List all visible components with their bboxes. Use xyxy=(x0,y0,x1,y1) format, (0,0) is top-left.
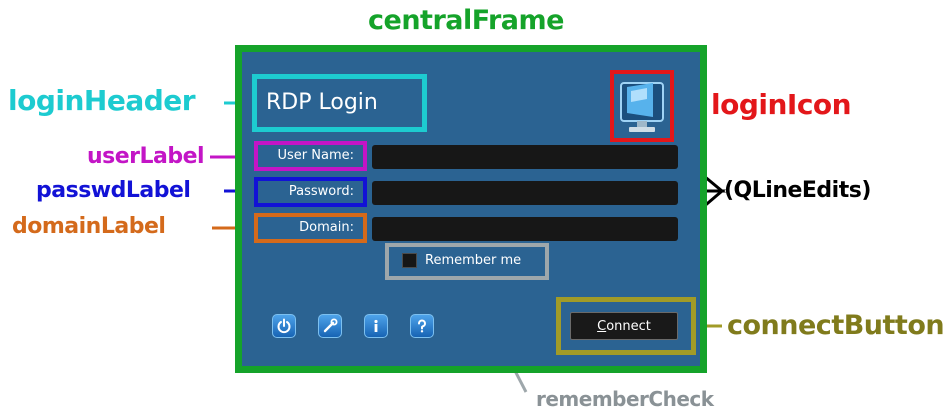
connect-button-annotation: connectButton xyxy=(727,310,945,341)
info-icon xyxy=(374,319,378,332)
user-label-annotation: userLabel xyxy=(87,144,205,169)
wrench-icon xyxy=(323,318,338,333)
login-header: RDP Login xyxy=(266,90,378,115)
password-label: Password: xyxy=(288,184,354,199)
remember-check-annotation: rememberCheck xyxy=(536,387,714,411)
connect-button[interactable]: Connect xyxy=(570,312,678,340)
remember-checkbox[interactable] xyxy=(402,253,417,268)
central-frame-annotation: centralFrame xyxy=(368,5,564,36)
line-edits-annotation: (QLineEdits) xyxy=(724,178,871,203)
passwd-label-annotation: passwdLabel xyxy=(36,178,191,203)
remember-label: Remember me xyxy=(425,253,522,268)
power-icon xyxy=(277,318,291,334)
login-header-annotation: loginHeader xyxy=(8,84,196,117)
power-button[interactable] xyxy=(272,314,296,338)
monitor-icon xyxy=(620,82,664,132)
login-icon-annotation: loginIcon xyxy=(711,88,852,121)
password-input[interactable] xyxy=(372,181,678,205)
help-button[interactable] xyxy=(410,314,434,338)
connect-mnemonic: C xyxy=(597,318,607,334)
domain-input[interactable] xyxy=(372,217,678,241)
info-button[interactable] xyxy=(364,314,388,338)
help-icon xyxy=(417,319,426,333)
domain-label-annotation: domainLabel xyxy=(12,214,166,239)
settings-button[interactable] xyxy=(318,314,342,338)
user-name-input[interactable] xyxy=(372,145,678,169)
domain-label: Domain: xyxy=(299,220,354,235)
user-label: User Name: xyxy=(277,148,355,163)
connect-label: onnect xyxy=(606,318,651,334)
